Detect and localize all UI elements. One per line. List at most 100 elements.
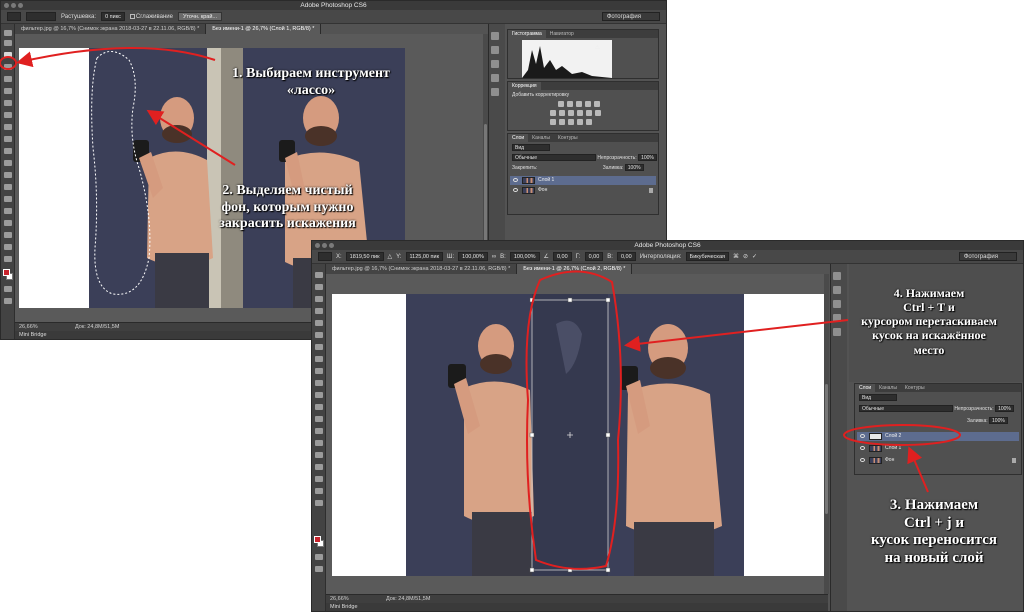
- zoom-tool-icon[interactable]: [4, 256, 12, 262]
- layer-row-fon[interactable]: Фон: [510, 186, 656, 195]
- healing-brush-icon[interactable]: [315, 344, 323, 350]
- visibility-eye-icon[interactable]: [860, 458, 865, 462]
- gradient-map-icon[interactable]: [577, 119, 583, 125]
- warning-icon[interactable]: ⚠: [595, 44, 600, 51]
- path-select-icon[interactable]: [4, 220, 12, 226]
- selection-mode-icons[interactable]: [26, 12, 56, 21]
- shape-tool-icon[interactable]: [315, 476, 323, 482]
- history-brush-icon[interactable]: [4, 136, 12, 142]
- tab-channels[interactable]: Каналы: [875, 384, 901, 392]
- workspace-select[interactable]: Фотография: [601, 12, 660, 21]
- tab-histogram[interactable]: Гистограмма: [508, 30, 546, 38]
- tab-document-filter[interactable]: фильтер.jpg @ 16,7% (Снимок экрана 2018-…: [326, 264, 518, 274]
- mini-bridge-bar-2[interactable]: Mini Bridge: [326, 603, 828, 611]
- layer-kind-filter[interactable]: Вид: [859, 394, 897, 401]
- opacity-input[interactable]: 100%: [995, 405, 1014, 412]
- brush-tool-icon[interactable]: [4, 112, 12, 118]
- pen-tool-icon[interactable]: [315, 440, 323, 446]
- tab-layers[interactable]: Слои: [508, 134, 529, 142]
- tab-paths[interactable]: Контуры: [554, 134, 582, 142]
- brightness-icon[interactable]: [558, 101, 564, 107]
- shape-tool-icon[interactable]: [4, 232, 12, 238]
- commit-transform-icon[interactable]: ✓: [752, 253, 757, 260]
- fill-input[interactable]: 100%: [989, 417, 1008, 424]
- delta-icon[interactable]: △: [388, 253, 393, 260]
- type-tool-icon[interactable]: [4, 208, 12, 214]
- refine-edge-button[interactable]: Уточн. край...: [177, 12, 223, 21]
- interpolation-select[interactable]: Бикубическая: [685, 252, 730, 261]
- eraser-icon[interactable]: [4, 148, 12, 154]
- type-tool-icon[interactable]: [315, 452, 323, 458]
- y-input[interactable]: 1125,00 пик: [405, 252, 443, 261]
- canvas-area-2[interactable]: [326, 274, 828, 594]
- tab-document-untitled[interactable]: Без имени-1 @ 26,7% (Слой 2, RGB/8) *: [517, 264, 633, 274]
- transform-preset-icon[interactable]: [318, 252, 332, 261]
- visibility-eye-icon[interactable]: [513, 188, 518, 192]
- visibility-eye-icon[interactable]: [860, 434, 865, 438]
- character-panel-icon[interactable]: [491, 74, 499, 82]
- screen-mode-icon[interactable]: [315, 566, 323, 572]
- marquee-tool-icon[interactable]: [315, 284, 323, 290]
- foreground-color-swatch[interactable]: [3, 269, 10, 276]
- clone-stamp-icon[interactable]: [4, 124, 12, 130]
- workspace-select[interactable]: Фотография: [958, 252, 1017, 261]
- blur-icon[interactable]: [315, 416, 323, 422]
- crop-tool-icon[interactable]: [315, 320, 323, 326]
- x-input[interactable]: 1819,50 пик: [345, 252, 384, 261]
- marquee-tool-icon[interactable]: [4, 40, 12, 46]
- opacity-input[interactable]: 100%: [638, 154, 657, 161]
- channel-mixer-icon[interactable]: [586, 110, 592, 116]
- zoom-tool-icon[interactable]: [315, 500, 323, 506]
- quick-mask-icon[interactable]: [4, 286, 12, 292]
- hue-icon[interactable]: [550, 110, 556, 116]
- lasso-preset-icon[interactable]: [7, 12, 21, 21]
- move-tool-icon[interactable]: [4, 30, 12, 36]
- paragraph-panel-icon[interactable]: [491, 88, 499, 96]
- tab-channels[interactable]: Каналы: [528, 134, 554, 142]
- hskew-input[interactable]: 0,00: [584, 252, 604, 261]
- angle-input[interactable]: 0,00: [552, 252, 572, 261]
- tab-paths[interactable]: Контуры: [901, 384, 929, 392]
- selective-color-icon[interactable]: [586, 119, 592, 125]
- window-controls[interactable]: [315, 243, 334, 248]
- visibility-eye-icon[interactable]: [860, 446, 865, 450]
- lasso-tool-icon[interactable]: [4, 52, 12, 58]
- blend-mode-select[interactable]: Обычные: [859, 405, 953, 412]
- exposure-icon[interactable]: [585, 101, 591, 107]
- width-input[interactable]: 100,00%: [458, 252, 488, 261]
- layer-row-fon[interactable]: Фон: [857, 456, 1019, 465]
- vibrance-icon[interactable]: [594, 101, 600, 107]
- foreground-color-swatch[interactable]: [314, 536, 321, 543]
- quick-mask-icon[interactable]: [315, 554, 323, 560]
- vertical-scrollbar-2[interactable]: [824, 274, 829, 594]
- blend-mode-select[interactable]: Обычные: [512, 154, 596, 161]
- bw-icon[interactable]: [568, 110, 574, 116]
- path-select-icon[interactable]: [315, 464, 323, 470]
- crop-tool-icon[interactable]: [4, 76, 12, 82]
- color-lookup-icon[interactable]: [595, 110, 601, 116]
- screen-mode-icon[interactable]: [4, 298, 12, 304]
- link-icon[interactable]: ∞: [492, 254, 496, 260]
- posterize-icon[interactable]: [559, 119, 565, 125]
- height-input[interactable]: 100,00%: [509, 252, 540, 261]
- tab-layers[interactable]: Слои: [855, 384, 876, 392]
- blur-icon[interactable]: [4, 172, 12, 178]
- tab-adjustments[interactable]: Коррекция: [508, 82, 541, 90]
- color-balance-icon[interactable]: [559, 110, 565, 116]
- warp-icon[interactable]: ⌘: [733, 253, 739, 260]
- fill-input[interactable]: 100%: [624, 164, 644, 171]
- dodge-icon[interactable]: [315, 428, 323, 434]
- dodge-icon[interactable]: [4, 184, 12, 190]
- visibility-eye-icon[interactable]: [513, 178, 518, 182]
- curves-icon[interactable]: [576, 101, 582, 107]
- tab-navigator[interactable]: Навигатор: [546, 30, 578, 38]
- tab-document-filter[interactable]: фильтер.jpg @ 16,7% (Снимок экрана 2018-…: [15, 24, 207, 34]
- hand-tool-icon[interactable]: [315, 488, 323, 494]
- photo-filter-icon[interactable]: [577, 110, 583, 116]
- history-panel-icon[interactable]: [491, 32, 499, 40]
- magic-wand-icon[interactable]: [315, 308, 323, 314]
- lasso-tool-icon[interactable]: [315, 296, 323, 302]
- layer-row-sloi-1[interactable]: Слой 1: [857, 444, 1019, 453]
- gradient-icon[interactable]: [4, 160, 12, 166]
- brush-panel-icon[interactable]: [491, 60, 499, 68]
